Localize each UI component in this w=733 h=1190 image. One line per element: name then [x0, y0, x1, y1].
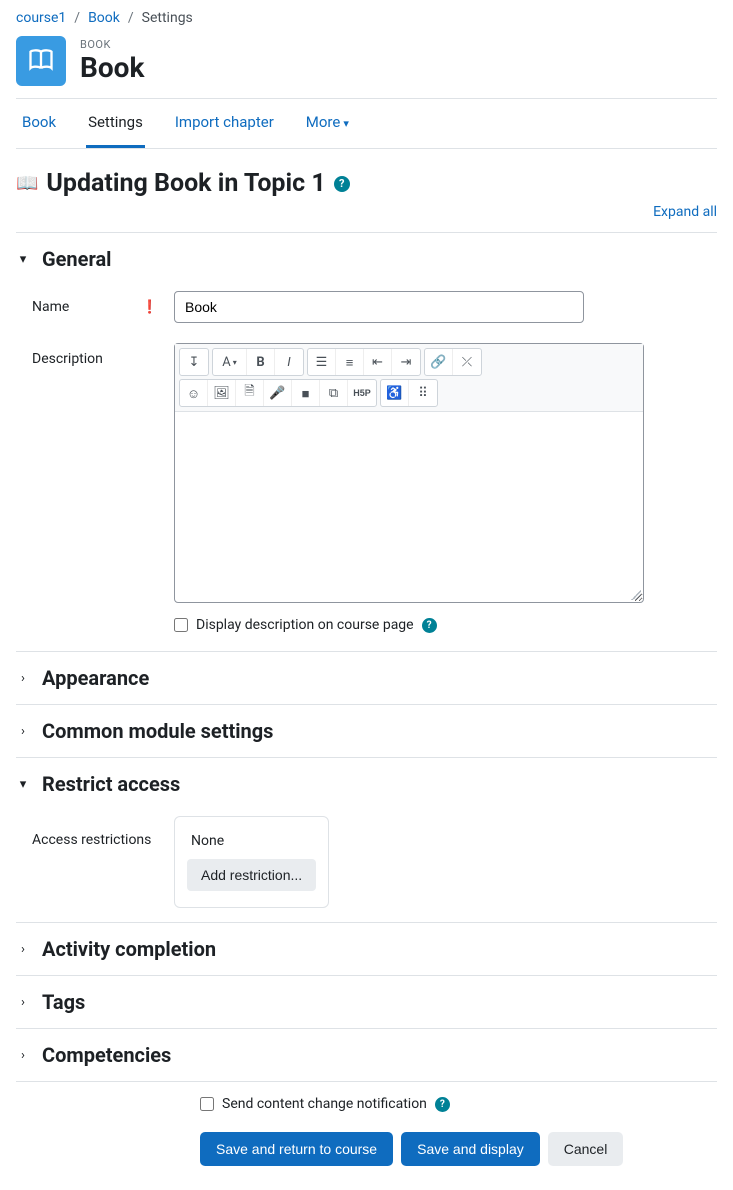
required-icon: ❗ — [142, 300, 158, 315]
form-actions: Save and return to course Save and displ… — [16, 1116, 717, 1166]
section-title: Appearance — [42, 666, 149, 690]
page-title: Book — [80, 51, 144, 84]
section-header-appearance[interactable]: › Appearance — [16, 652, 717, 704]
restrict-none: None — [187, 833, 316, 849]
section-appearance: › Appearance — [16, 651, 717, 704]
chevron-right-icon: › — [16, 1048, 30, 1063]
section-title: Competencies — [42, 1043, 171, 1067]
media-button[interactable]: 🗎 — [236, 380, 264, 406]
section-activity: › Activity completion — [16, 922, 717, 975]
description-textarea[interactable] — [175, 412, 643, 602]
tab-settings[interactable]: Settings — [86, 99, 145, 148]
emoji-button[interactable]: ☺ — [180, 380, 208, 406]
notify-checkbox[interactable] — [200, 1097, 214, 1111]
section-title: Common module settings — [42, 719, 273, 743]
section-common: › Common module settings — [16, 704, 717, 757]
record-video-button[interactable]: ■ — [292, 380, 320, 406]
heading-text: Updating Book in Topic 1 — [46, 169, 325, 198]
chevron-right-icon: › — [16, 995, 30, 1010]
bold-button[interactable]: B — [247, 349, 275, 375]
description-editor: ↧ A▾ B I ☰ ≡ ⇤ ⇥ 🔗 — [174, 343, 644, 603]
chevron-down-icon: ▾ — [343, 117, 349, 130]
help-icon[interactable]: ? — [422, 618, 437, 633]
section-title: Restrict access — [42, 772, 180, 796]
book-small-icon: 📖 — [16, 173, 38, 194]
image-button[interactable]: 🖼 — [208, 380, 236, 406]
expand-all-link[interactable]: Expand all — [653, 204, 717, 220]
link-button[interactable]: 🔗 — [425, 349, 453, 375]
chevron-down-icon: ▾ — [16, 252, 30, 267]
breadcrumb-current: Settings — [142, 10, 193, 26]
section-title: Tags — [42, 990, 85, 1014]
section-header-common[interactable]: › Common module settings — [16, 705, 717, 757]
help-icon[interactable]: ? — [334, 176, 350, 192]
chevron-right-icon: › — [16, 671, 30, 686]
indent-button[interactable]: ⇥ — [392, 349, 420, 375]
name-input[interactable] — [174, 291, 584, 323]
page-heading: 📖 Updating Book in Topic 1 ? — [16, 169, 717, 198]
breadcrumb-sep: / — [74, 10, 80, 26]
chevron-down-icon: ▾ — [16, 777, 30, 792]
access-restrictions-label: Access restrictions — [32, 832, 151, 848]
tab-book[interactable]: Book — [20, 99, 58, 148]
h5p-button[interactable]: H5P — [348, 380, 376, 406]
accessibility-button[interactable]: ♿ — [381, 380, 409, 406]
section-header-activity[interactable]: › Activity completion — [16, 923, 717, 975]
add-restriction-button[interactable]: Add restriction... — [187, 859, 316, 891]
outdent-button[interactable]: ⇤ — [364, 349, 392, 375]
toolbar-expand-icon[interactable]: ↧ — [180, 349, 208, 375]
italic-button[interactable]: I — [275, 349, 303, 375]
tab-import[interactable]: Import chapter — [173, 99, 276, 148]
breadcrumb: course1 / Book / Settings — [16, 0, 717, 36]
number-list-button[interactable]: ≡ — [336, 349, 364, 375]
description-label: Description — [32, 351, 103, 367]
name-label: Name — [32, 299, 69, 315]
help-icon[interactable]: ? — [435, 1097, 450, 1112]
notify-label: Send content change notification — [222, 1096, 427, 1112]
manage-files-button[interactable]: ⧉ — [320, 380, 348, 406]
breadcrumb-course[interactable]: course1 — [16, 10, 66, 26]
display-description-checkbox[interactable] — [174, 618, 188, 632]
section-title: General — [42, 247, 111, 271]
screenreader-button[interactable]: ⠿ — [409, 380, 437, 406]
breadcrumb-book[interactable]: Book — [88, 10, 120, 26]
display-description-label: Display description on course page — [196, 617, 414, 633]
tabs: Book Settings Import chapter More▾ — [16, 99, 717, 149]
paragraph-style-button[interactable]: A▾ — [213, 349, 247, 375]
restrict-box: None Add restriction... — [174, 816, 329, 908]
section-header-restrict[interactable]: ▾ Restrict access — [16, 758, 717, 810]
section-header-general[interactable]: ▾ General — [16, 233, 717, 285]
save-return-button[interactable]: Save and return to course — [200, 1132, 393, 1166]
tab-more[interactable]: More▾ — [304, 99, 351, 148]
section-tags: › Tags — [16, 975, 717, 1028]
section-header-competencies[interactable]: › Competencies — [16, 1029, 717, 1081]
section-competencies: › Competencies — [16, 1028, 717, 1082]
book-icon — [16, 36, 66, 86]
bullet-list-button[interactable]: ☰ — [308, 349, 336, 375]
section-title: Activity completion — [42, 937, 216, 961]
section-header-tags[interactable]: › Tags — [16, 976, 717, 1028]
chevron-right-icon: › — [16, 942, 30, 957]
unlink-button[interactable]: ⤫ — [453, 349, 481, 375]
cancel-button[interactable]: Cancel — [548, 1132, 624, 1166]
chevron-right-icon: › — [16, 724, 30, 739]
breadcrumb-sep: / — [128, 10, 134, 26]
editor-toolbar: ↧ A▾ B I ☰ ≡ ⇤ ⇥ 🔗 — [175, 344, 643, 412]
page-title-row: BOOK Book — [16, 36, 717, 98]
record-audio-button[interactable]: 🎤 — [264, 380, 292, 406]
kicker: BOOK — [80, 38, 144, 51]
save-display-button[interactable]: Save and display — [401, 1132, 540, 1166]
section-restrict: ▾ Restrict access Access restrictions No… — [16, 757, 717, 922]
section-general: ▾ General Name ❗ Description ↧ — [16, 232, 717, 651]
